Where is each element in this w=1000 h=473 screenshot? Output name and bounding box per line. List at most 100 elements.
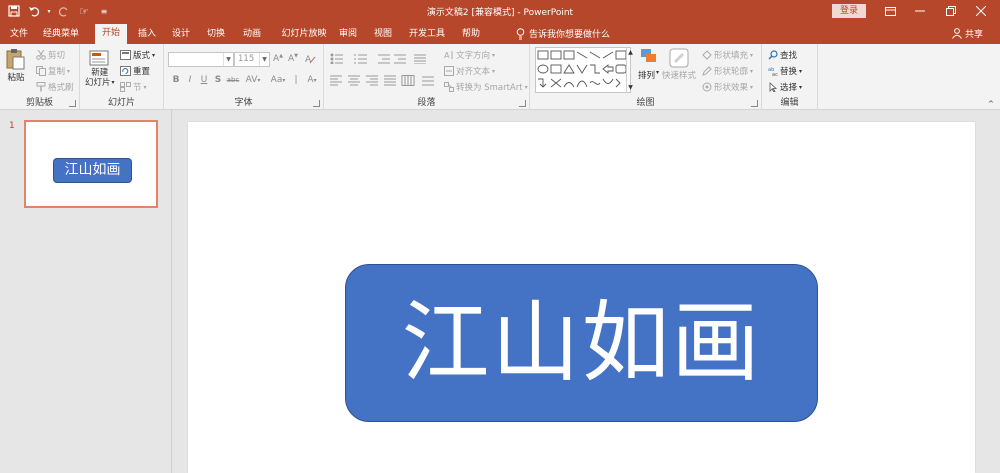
replace-button[interactable]: ab ac 替换 ▾	[768, 65, 802, 77]
clipboard-group: 粘贴 剪切 复制 ▾ 格式刷 剪贴板	[0, 44, 80, 110]
ribbon-display-options-icon[interactable]	[875, 3, 905, 19]
text-direction-button[interactable]: A 文字方向 ▾	[444, 49, 495, 61]
paragraph-label: 段落	[417, 98, 436, 108]
font-label: 字体	[234, 98, 253, 108]
tab-view[interactable]: 视图	[368, 25, 398, 44]
tab-review[interactable]: 审阅	[333, 25, 363, 44]
font-separator-icon: |	[294, 75, 298, 85]
title-bar: ▾ ☞ ≡ 演示文稿2 [兼容模式] - PowerPoint 登录	[0, 0, 1000, 22]
minimize-icon[interactable]	[905, 3, 935, 19]
tab-insert[interactable]: 插入	[132, 25, 162, 44]
search-icon	[768, 50, 778, 60]
quick-styles-icon	[669, 48, 689, 68]
shapes-gallery-scroll[interactable]: ▲ ▼	[626, 47, 634, 93]
align-text-icon	[444, 66, 454, 76]
pen-icon	[702, 66, 712, 76]
clipboard-label: 剪贴板	[25, 98, 53, 108]
font-launcher-icon[interactable]	[313, 100, 320, 107]
tab-file[interactable]: 文件	[5, 25, 33, 44]
reset-icon	[120, 66, 131, 76]
copy-button[interactable]: 复制 ▾	[36, 65, 70, 77]
scroll-up-icon[interactable]: ▲	[628, 49, 633, 56]
slide-canvas[interactable]: 江山如画	[188, 122, 975, 473]
clear-formatting-icon[interactable]: A	[304, 53, 316, 67]
font-size-dropdown-icon[interactable]: ▼	[259, 53, 269, 66]
tell-me-search[interactable]: 告诉我你想要做什么	[516, 27, 610, 40]
slide-thumbnail[interactable]: 江山如画	[24, 120, 158, 208]
paragraph-launcher-icon[interactable]	[519, 100, 526, 107]
collapse-ribbon-icon[interactable]: ^	[988, 100, 994, 108]
align-text-button[interactable]: 对齐文本 ▾	[444, 65, 495, 77]
paragraph-group: A 文字方向 ▾ 对齐文本 ▾ 转换为 SmartArt ▾ 段落	[324, 44, 530, 110]
share-label: 共享	[965, 30, 984, 40]
font-name-dropdown-icon[interactable]: ▼	[223, 53, 233, 66]
slides-label: 幻灯片	[107, 98, 135, 108]
restore-icon[interactable]	[936, 3, 966, 19]
tab-classic-menu[interactable]: 经典菜单	[36, 25, 86, 44]
ribbon: 粘贴 剪切 复制 ▾ 格式刷 剪贴板 新建 幻灯片 ▾ 版式 ▾ 重置 节 ▾ …	[0, 44, 1000, 110]
change-case-icon[interactable]: Aa▾	[268, 75, 288, 85]
layout-button[interactable]: 版式 ▾	[120, 49, 155, 61]
decrease-font-icon[interactable]: A▼	[287, 53, 299, 64]
tab-developer[interactable]: 开发工具	[406, 25, 448, 44]
section-button[interactable]: 节 ▾	[120, 81, 147, 93]
font-name-combo[interactable]: ▼	[168, 52, 234, 67]
drawing-launcher-icon[interactable]	[751, 100, 758, 107]
share-button[interactable]: 共享	[952, 27, 983, 40]
brush-icon	[36, 82, 46, 92]
quick-styles-button[interactable]: 快速样式	[662, 48, 696, 81]
tab-animations[interactable]: 动画	[237, 25, 267, 44]
align-buttons-row[interactable]	[330, 75, 442, 86]
shape-outline-button[interactable]: 形状轮廓 ▾	[702, 65, 753, 77]
slide-number: 1	[9, 121, 15, 131]
select-button[interactable]: 选择 ▾	[768, 81, 802, 93]
bold-icon[interactable]: B	[170, 75, 182, 85]
tab-design[interactable]: 设计	[166, 25, 196, 44]
replace-icon: abac	[768, 67, 778, 76]
cursor-icon	[769, 82, 778, 92]
find-button[interactable]: 查找	[768, 49, 797, 61]
font-size-combo[interactable]: 115 ▼	[234, 52, 270, 67]
rounded-rectangle-shape[interactable]: 江山如画	[345, 264, 818, 422]
italic-icon[interactable]: I	[184, 75, 196, 85]
paste-button[interactable]: 粘贴	[6, 48, 26, 83]
new-slide-button[interactable]: 新建 幻灯片 ▾	[85, 48, 115, 88]
tab-help[interactable]: 帮助	[456, 25, 486, 44]
convert-smartart-button[interactable]: 转换为 SmartArt ▾	[444, 81, 528, 93]
copy-icon	[36, 66, 46, 76]
close-icon[interactable]	[966, 3, 996, 19]
svg-text:A: A	[305, 55, 312, 64]
tell-me-text: 告诉我你想要做什么	[529, 30, 611, 40]
tab-home[interactable]: 开始	[95, 24, 127, 44]
slide-editing-area: 江山如画	[173, 110, 1000, 473]
editing-group: 查找 ab ac 替换 ▾ 选择 ▾ 编辑	[762, 44, 818, 110]
user-icon	[952, 28, 962, 39]
strikethrough-icon[interactable]: abc	[226, 76, 240, 84]
format-painter-button[interactable]: 格式刷	[36, 81, 74, 93]
font-group: ▼ 115 ▼ A▲ A▼ A B I U S abc AV▾ Aa▾ | A▾…	[164, 44, 324, 110]
lightbulb-icon	[516, 27, 525, 39]
character-spacing-icon[interactable]: AV▾	[244, 75, 262, 85]
cut-button[interactable]: 剪切	[36, 49, 65, 61]
new-slide-icon	[89, 50, 109, 66]
reset-button[interactable]: 重置	[120, 65, 150, 77]
scroll-down-icon[interactable]: ▼	[628, 84, 633, 91]
increase-font-icon[interactable]: A▲	[272, 53, 284, 64]
clipboard-launcher-icon[interactable]	[69, 100, 76, 107]
shadow-icon[interactable]: S	[212, 75, 224, 85]
arrange-button[interactable]: 排列 ▾	[638, 48, 659, 81]
login-button[interactable]: 登录	[832, 4, 866, 18]
list-buttons-row[interactable]	[330, 53, 442, 64]
editing-label: 编辑	[780, 98, 799, 108]
shape-fill-button[interactable]: 形状填充 ▾	[702, 49, 753, 61]
shape-effects-button[interactable]: 形状效果 ▾	[702, 81, 753, 93]
text-direction-icon: A	[444, 51, 453, 60]
tab-transitions[interactable]: 切换	[201, 25, 231, 44]
tab-slide-show[interactable]: 幻灯片放映	[278, 25, 330, 44]
shapes-gallery[interactable]	[535, 47, 631, 93]
layout-icon	[120, 50, 131, 60]
underline-icon[interactable]: U	[198, 75, 210, 85]
ribbon-tab-bar: 文件 经典菜单 开始 插入 设计 切换 动画 幻灯片放映 审阅 视图 开发工具 …	[0, 22, 1000, 44]
font-color-icon[interactable]: A▾	[302, 75, 322, 85]
paste-icon	[6, 49, 25, 70]
